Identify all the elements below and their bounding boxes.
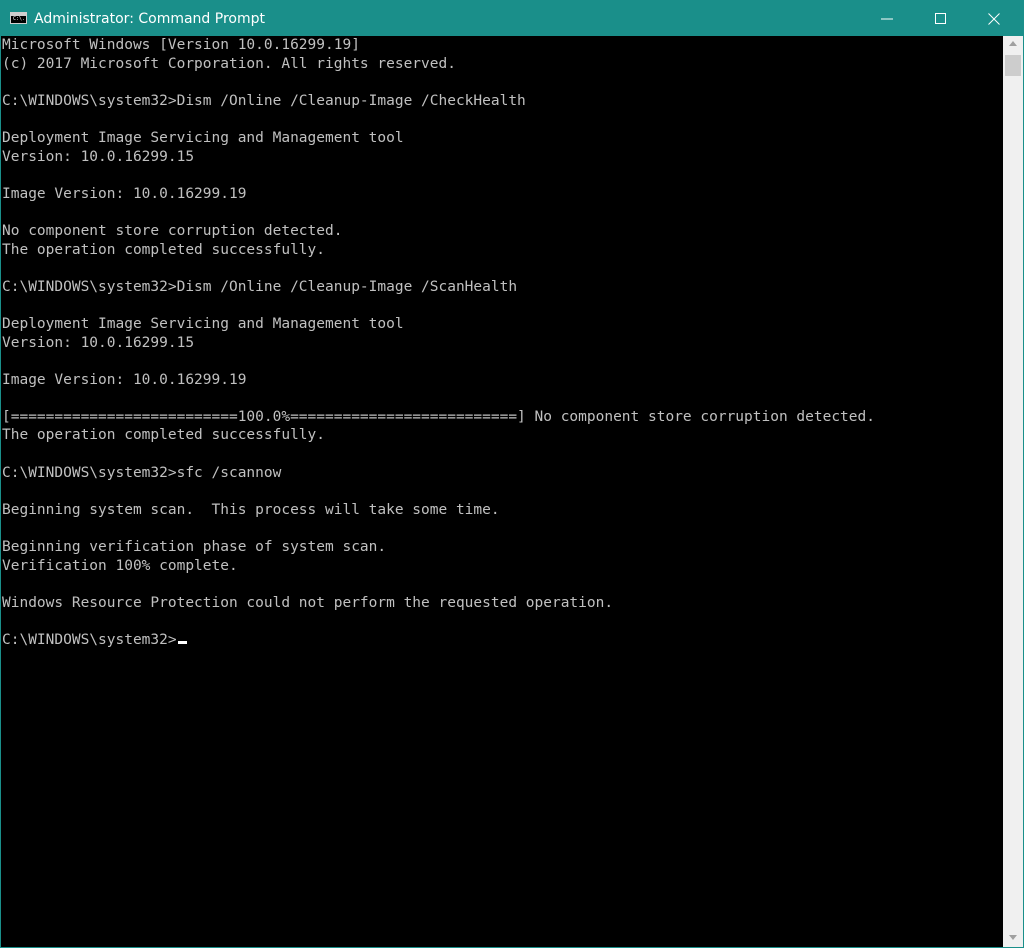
console-line: Image Version: 10.0.16299.19 bbox=[2, 371, 247, 388]
icon-text: C:\. bbox=[13, 16, 26, 22]
console-line: Deployment Image Servicing and Managemen… bbox=[2, 129, 404, 146]
command-prompt-window: C:\. Administrator: Command Prompt Micro… bbox=[0, 0, 1024, 948]
console-line: Windows Resource Protection could not pe… bbox=[2, 594, 614, 611]
scroll-thumb[interactable] bbox=[1005, 55, 1021, 76]
console-output[interactable]: Microsoft Windows [Version 10.0.16299.19… bbox=[2, 36, 1002, 947]
console-line: Image Version: 10.0.16299.19 bbox=[2, 185, 247, 202]
console-line: Deployment Image Servicing and Managemen… bbox=[2, 315, 404, 332]
console-line: C:\WINDOWS\system32>sfc /scannow bbox=[2, 464, 282, 481]
console-line: The operation completed successfully. bbox=[2, 427, 326, 444]
console-line: Verification 100% complete. bbox=[2, 557, 238, 574]
close-icon bbox=[988, 13, 1000, 25]
maximize-icon bbox=[935, 13, 946, 24]
vertical-scrollbar[interactable] bbox=[1003, 36, 1023, 947]
prompt-line[interactable]: C:\WINDOWS\system32> bbox=[2, 631, 1002, 650]
prompt-text: C:\WINDOWS\system32> bbox=[2, 632, 177, 648]
console-line: (c) 2017 Microsoft Corporation. All righ… bbox=[2, 55, 456, 72]
console-line: Version: 10.0.16299.15 bbox=[2, 334, 195, 351]
maximize-button[interactable] bbox=[918, 1, 964, 36]
text-cursor bbox=[177, 641, 187, 644]
console-line: No component store corruption detected. bbox=[2, 222, 343, 239]
command-prompt-icon[interactable]: C:\. bbox=[10, 12, 27, 24]
window-title: Administrator: Command Prompt bbox=[34, 11, 265, 27]
minimize-icon bbox=[881, 18, 893, 20]
console-line: C:\WINDOWS\system32>Dism /Online /Cleanu… bbox=[2, 278, 518, 295]
scroll-up-button[interactable] bbox=[1003, 36, 1023, 53]
console-line: Microsoft Windows [Version 10.0.16299.19… bbox=[2, 37, 360, 53]
close-button[interactable] bbox=[971, 1, 1017, 36]
console-line: Beginning system scan. This process will… bbox=[2, 501, 500, 518]
scroll-down-arrow-icon bbox=[1009, 935, 1017, 940]
console-line: Beginning verification phase of system s… bbox=[2, 539, 387, 556]
scroll-down-button[interactable] bbox=[1003, 930, 1023, 947]
title-bar[interactable]: C:\. Administrator: Command Prompt bbox=[1, 1, 1023, 36]
console-line: Version: 10.0.16299.15 bbox=[2, 148, 195, 165]
console-line: The operation completed successfully. bbox=[2, 241, 326, 258]
minimize-button[interactable] bbox=[864, 1, 910, 36]
console-line: [==========================100.0%=======… bbox=[2, 408, 875, 425]
console-line: C:\WINDOWS\system32>Dism /Online /Cleanu… bbox=[2, 92, 526, 109]
scroll-up-arrow-icon bbox=[1009, 41, 1017, 46]
